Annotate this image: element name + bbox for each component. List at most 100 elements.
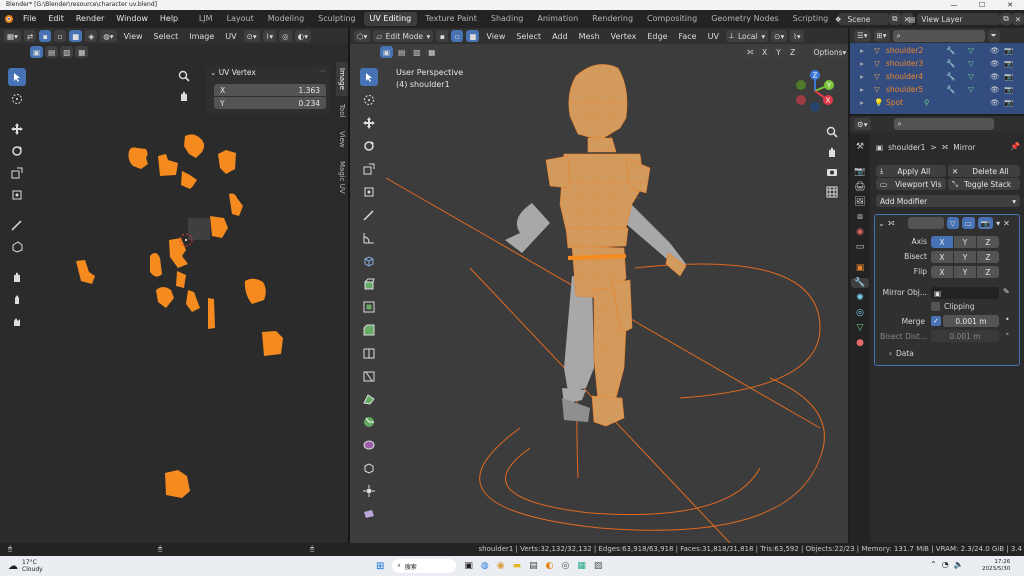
render-properties-icon[interactable]: 📷 — [854, 167, 865, 177]
delete-all-button[interactable]: ✕ Delete All — [948, 165, 1020, 177]
workspace-tab-uv-editing[interactable]: UV Editing — [363, 12, 418, 26]
data-subpanel-header[interactable]: › Data — [889, 349, 914, 358]
merge-distance-field[interactable]: 0.001 m — [943, 315, 999, 327]
pin-icon[interactable]: 📌 — [1010, 142, 1020, 151]
scene-selector[interactable]: ❖ Scene — [835, 13, 889, 25]
outliner-editor-type-icon[interactable]: ☰▾ — [854, 29, 871, 42]
chrome-icon[interactable]: ◉ — [497, 561, 505, 571]
flip-z-toggle[interactable]: Z — [977, 266, 999, 278]
workspace-tab-sculpting[interactable]: Sculpting — [312, 12, 361, 26]
bisect-y-toggle[interactable]: Y — [954, 251, 976, 263]
keyframe-dot-icon[interactable]: • — [1005, 315, 1010, 324]
render-camera-icon[interactable]: 📷 — [1004, 72, 1013, 81]
uv-side-tab-image[interactable]: Image — [336, 62, 348, 96]
toggle-stack-button[interactable]: ⤡ Toggle Stack — [948, 178, 1020, 190]
new-view-layer-icon[interactable]: ⧉ — [1000, 13, 1012, 25]
outliner-row-spot[interactable]: ▸ 💡 Spot ⚲ 👁 📷 — [850, 96, 1024, 109]
object-properties-icon[interactable]: ▣ — [856, 263, 865, 273]
uv-side-tab-tool[interactable]: Tool — [336, 98, 348, 124]
windows-start-icon[interactable]: ⊞ — [376, 561, 384, 572]
axis-z-toggle[interactable]: Z — [977, 236, 999, 248]
workspace-tab-animation[interactable]: Animation — [531, 12, 584, 26]
close-icon[interactable]: ✕ — [996, 0, 1024, 10]
view-layer-properties-icon[interactable]: 🖼 — [854, 197, 865, 207]
workspace-tab-layout[interactable]: Layout — [221, 12, 260, 26]
eyedropper-icon[interactable]: ✎ — [1003, 287, 1010, 296]
expand-arrow-icon[interactable]: ▸ — [850, 46, 874, 55]
menu-file[interactable]: File — [17, 10, 42, 28]
modifier-menu-chevron-icon[interactable]: ▾ — [996, 219, 1000, 228]
uv-side-tab-view[interactable]: View — [336, 126, 348, 152]
collapse-arrow-icon[interactable]: ⌄ — [878, 219, 885, 228]
outliner-row-shoulder3[interactable]: ▸ ▽ shoulder3 🔧 ▽ 👁 📷 — [850, 57, 1024, 70]
maximize-icon[interactable]: ☐ — [968, 0, 996, 10]
tray-overflow-icon[interactable]: ⌃ — [930, 560, 937, 569]
blender-taskbar-icon[interactable]: ◐ — [546, 561, 554, 571]
outliner-display-mode-icon[interactable]: ⊞▾ — [873, 29, 890, 42]
volume-icon[interactable]: 🔈 — [954, 560, 964, 569]
apply-all-button[interactable]: ⤓ Apply All — [876, 165, 946, 177]
output-properties-icon[interactable]: 🖨 — [854, 182, 865, 192]
add-modifier-button[interactable]: Add Modifier ▾ — [876, 195, 1020, 207]
new-scene-icon[interactable]: ⧉ — [888, 13, 901, 25]
clock[interactable]: 17:26 2023/5/30 — [982, 559, 1010, 573]
material-properties-icon[interactable]: ● — [856, 338, 864, 348]
render-camera-icon[interactable]: 📷 — [1004, 98, 1013, 107]
workspace-tab-ljm[interactable]: LJM — [193, 12, 219, 26]
clipping-checkbox-row[interactable]: Clipping — [931, 302, 975, 311]
outliner-row-shoulder5[interactable]: ▸ ▽ shoulder5 🔧 ▽ 👁 📷 — [850, 83, 1024, 96]
edit-mode-toggle-icon[interactable]: ▽ — [946, 217, 959, 229]
visibility-eye-icon[interactable]: 👁 — [990, 72, 1004, 81]
collection-properties-icon[interactable]: ▭ — [856, 242, 865, 252]
character-mesh[interactable] — [350, 28, 848, 543]
flip-x-toggle[interactable]: X — [931, 266, 953, 278]
bisect-x-toggle[interactable]: X — [931, 251, 953, 263]
minimize-icon[interactable]: — — [940, 0, 968, 10]
keyframe-dot-icon[interactable]: • — [1005, 330, 1010, 339]
outliner-row-shoulder2[interactable]: ▸ ▽ shoulder2 🔧 ▽ 👁 📷 — [850, 44, 1024, 57]
workspace-tab-rendering[interactable]: Rendering — [586, 12, 639, 26]
particle-properties-icon[interactable]: ✺ — [856, 293, 864, 303]
delete-view-layer-icon[interactable]: ✕ — [1012, 13, 1024, 25]
viewport-vis-button[interactable]: ▭ Viewport Vis — [876, 178, 946, 190]
physics-properties-icon[interactable]: ◎ — [856, 308, 864, 318]
bisect-z-toggle[interactable]: Z — [977, 251, 999, 263]
uv-side-tab-magic-uv[interactable]: Magic UV — [336, 154, 348, 200]
visibility-eye-icon[interactable]: 👁 — [990, 46, 1004, 55]
properties-search-input[interactable]: ⌕ — [893, 118, 994, 130]
clipping-checkbox[interactable] — [931, 302, 940, 311]
remove-modifier-icon[interactable]: ✕ — [1003, 219, 1010, 228]
app-icon-2[interactable]: ▨ — [594, 561, 603, 571]
outliner-row-shoulder4[interactable]: ▸ ▽ shoulder4 🔧 ▽ 👁 📷 — [850, 70, 1024, 83]
modifier-name-field[interactable] — [907, 217, 944, 229]
workspace-tab-scripting[interactable]: Scripting — [787, 12, 835, 26]
workspace-tab-compositing[interactable]: Compositing — [641, 12, 703, 26]
blender-logo-icon[interactable] — [0, 13, 17, 25]
expand-arrow-icon[interactable]: ▸ — [850, 98, 874, 107]
render-camera-icon[interactable]: 📷 — [1004, 85, 1013, 94]
render-camera-icon[interactable]: 📷 — [1004, 59, 1013, 68]
menu-render[interactable]: Render — [70, 10, 110, 28]
store-icon[interactable]: ▤ — [529, 561, 538, 571]
outliner-search-input[interactable]: ⌕ — [892, 29, 985, 42]
merge-checkbox[interactable]: ✓ — [931, 316, 941, 326]
visibility-eye-icon[interactable]: 👁 — [990, 98, 1004, 107]
world-properties-icon[interactable]: ◉ — [856, 227, 864, 237]
mesh-data-properties-icon[interactable]: ▽ — [857, 323, 864, 333]
scene-properties-icon[interactable]: ⧈ — [857, 212, 863, 222]
expand-arrow-icon[interactable]: ▸ — [850, 72, 874, 81]
properties-editor-type-icon[interactable]: ⚙▾ — [854, 118, 871, 130]
show-in-viewport-icon[interactable]: ▭ — [961, 217, 975, 229]
menu-help[interactable]: Help — [154, 10, 184, 28]
axis-x-toggle[interactable]: X — [931, 236, 953, 248]
workspace-tab-geometry-nodes[interactable]: Geometry Nodes — [705, 12, 784, 26]
file-explorer-icon[interactable]: ▬ — [513, 561, 522, 571]
outliner-filter-icon[interactable]: ⏷ — [987, 29, 1000, 42]
editor-separator[interactable] — [348, 28, 350, 543]
render-camera-icon[interactable]: 📷 — [1004, 46, 1013, 55]
tool-properties-icon[interactable]: ⚒ — [856, 142, 864, 152]
visibility-eye-icon[interactable]: 👁 — [990, 59, 1004, 68]
menu-window[interactable]: Window — [110, 10, 154, 28]
workspace-tab-shading[interactable]: Shading — [485, 12, 530, 26]
uv-islands-canvas[interactable] — [0, 28, 336, 543]
